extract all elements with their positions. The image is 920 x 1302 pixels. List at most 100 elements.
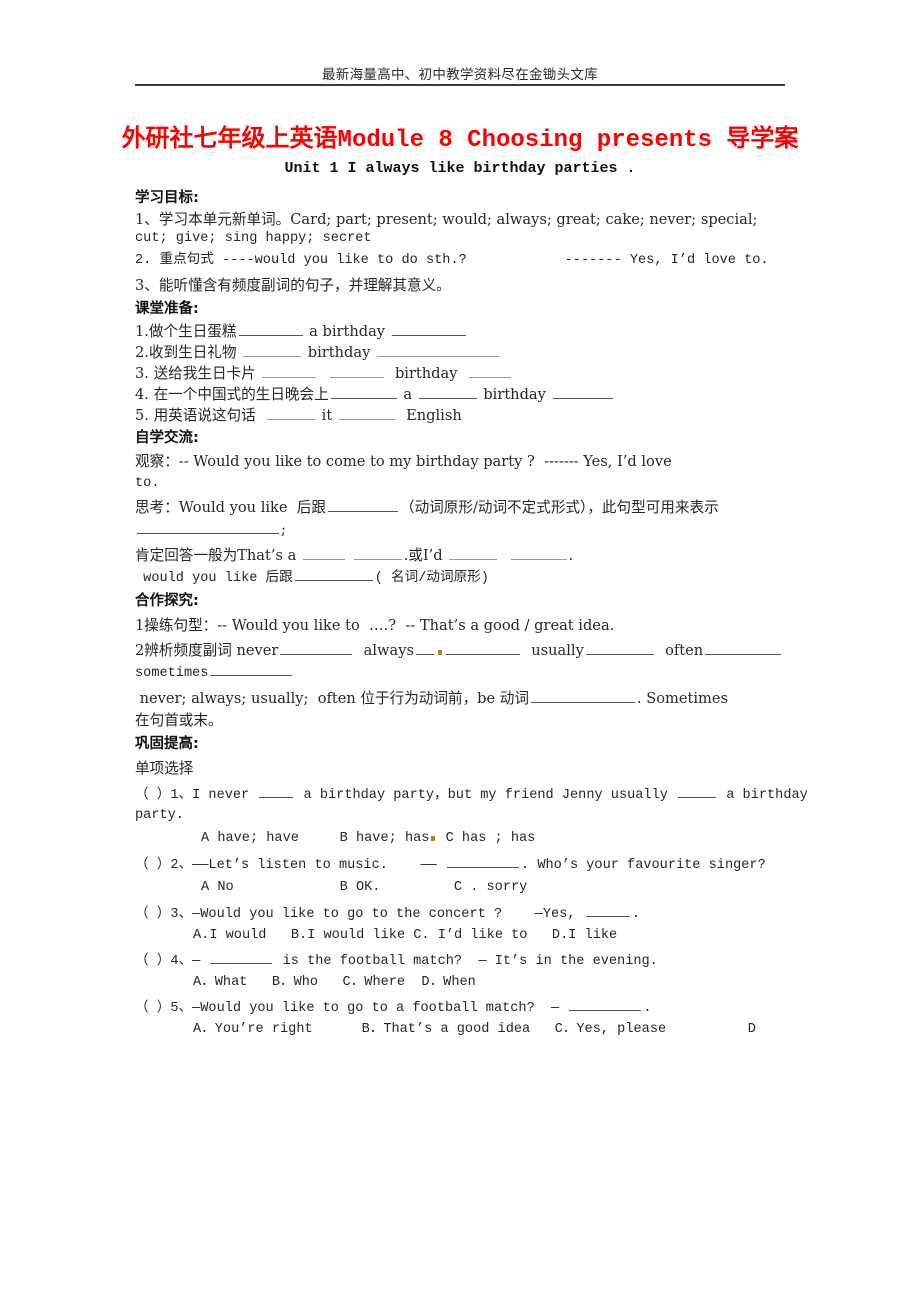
fill-blank[interactable] [530,688,635,703]
fill-blank[interactable] [415,640,434,656]
fill-blank[interactable] [294,567,373,581]
think-line-prefix: 思考：Would you like 后跟 [135,499,326,517]
prep-item-4-text2: birthday [483,385,546,403]
fill-blank[interactable] [243,342,302,357]
question-2-marker: （ ）2、 [135,857,193,873]
annotation-mark-icon [431,836,436,842]
adverb-often: often [665,642,704,660]
objective-item: 3、能听懂含有频度副词的句子，并理解其意义。 [135,277,451,295]
observe-line-cont: to. [135,475,160,491]
question-3-stem: —Would you like to go to the concert ? —… [192,906,584,922]
prep-item-4: 4. 在一个中国式的生日晚会上 a birthday [135,384,847,405]
question-5-marker: （ ）5、 [135,1001,193,1017]
would-you-like-prefix: would you like 后跟 [135,570,293,586]
fill-blank[interactable] [327,497,398,513]
fill-blank[interactable] [552,384,613,399]
objective-item: cut; give; sing happy; secret [135,230,372,246]
question-4-stem-end: is the football match? — It’s in the eve… [274,954,658,970]
document-page: 最新海量高中、初中教学资料尽在金锄头文库 外研社七年级上英语Module 8 C… [0,0,920,1302]
question-2-options[interactable]: A No B OK. C . sorry [135,878,847,899]
fill-blank[interactable] [329,363,384,378]
adverb-rule-line: never; always; usually; often 位于行为动词前，be… [135,688,847,710]
question-1-stem: I never [192,787,258,803]
fill-blank[interactable] [238,321,303,336]
fill-blank[interactable] [468,363,511,378]
fill-blank[interactable] [449,545,498,560]
prep-item-1: 1.做个生日蛋糕 a birthday [135,321,847,342]
fill-blank[interactable] [418,384,477,399]
annotation-mark-icon [437,650,442,656]
question-1-option-c[interactable]: C has ; has [446,831,536,846]
fill-blank[interactable] [705,640,782,656]
section-heading-explore: 合作探究: [135,593,199,610]
question-3-options[interactable]: A.I would B.I would like C. I’d like to … [135,926,847,947]
fill-blank[interactable] [280,640,353,656]
prep-item-4-text: a [403,385,413,403]
affirmative-prefix: 肯定回答一般为That’s a [135,546,301,564]
fill-blank[interactable] [510,545,567,560]
adverb-rule-prefix: never; always; usually; often 位于行为动词前，be… [135,689,529,707]
question-4-options[interactable]: A．What B．Who C．Where D．When [135,973,847,994]
section-heading-selfstudy: 自学交流: [135,429,199,446]
prep-item-5-text2: English [406,406,462,424]
fill-blank[interactable] [353,545,402,560]
fill-blank[interactable] [445,640,520,656]
fill-blank[interactable] [210,662,293,677]
question-1-options: A have; have B have; has C has ; has [135,829,847,850]
document-body: 学习目标: 1、学习本单元新单词。Card; part; present; wo… [135,186,847,1041]
question-3: （ ）3、—Would you like to go to the concer… [135,903,847,926]
affirmative-mid: .或I’d [403,546,448,564]
fill-blank[interactable] [585,640,654,656]
fill-blank[interactable] [259,784,294,798]
explore-adverbs-line-cont: sometimes [135,662,847,685]
prep-item-2-label: 2.收到生日礼物 [135,343,237,361]
fill-blank[interactable] [302,545,345,560]
section-heading-objectives: 学习目标: [135,190,199,206]
question-4: （ ）4、— is the football match? — It’s in … [135,950,847,973]
question-5-stem: —Would you like to go to a football matc… [192,1001,568,1017]
question-1-stem-end: a birthday [718,787,808,803]
fill-blank[interactable] [678,784,717,798]
fill-blank[interactable] [585,903,630,917]
fill-blank[interactable] [376,342,499,357]
think-line-cont: ; [135,519,847,541]
prep-item-2-text: birthday [307,343,371,361]
prep-item-1-text: a birthday [309,322,386,340]
question-1-marker: （ ）1、 [135,787,193,803]
affirmative-answer-line: 肯定回答一般为That’s a .或I’d . [135,545,847,567]
adverb-sometimes: sometimes [135,666,209,682]
question-1-options-ab[interactable]: A have; have B have; has [201,831,429,846]
prep-item-1-label: 1.做个生日蛋糕 [135,322,237,340]
think-line-cont-text: ; [281,521,286,539]
prep-item-5-text: it [321,406,333,424]
prep-item-5-label: 5. 用英语说这句话 [135,406,256,424]
fill-blank[interactable] [267,405,316,420]
fill-blank[interactable] [447,854,519,868]
fill-blank[interactable] [391,321,466,336]
consolidate-subheading: 单项选择 [135,759,194,777]
question-5: （ ）5、—Would you like to go to a football… [135,997,847,1020]
explore-adverbs-line: 2辨析频度副词 never always usually often [135,640,847,662]
question-2-stem-end: . Who’s your favourite singer? [521,857,766,873]
question-5-options[interactable]: A．You’re right B．That’s a good idea C．Ye… [135,1020,847,1041]
think-line-suffix: （动词原形/动词不定式形式），此句型可用来表示 [399,499,719,517]
objective-item: 2. 重点句式 ----would you like to do sth.? -… [135,253,769,269]
fill-blank[interactable] [569,997,642,1012]
fill-blank[interactable] [338,405,395,420]
question-3-marker: （ ）3、 [135,906,193,922]
prep-item-3: 3. 送给我生日卡片 birthday [135,363,847,384]
would-you-like-line: would you like 后跟 ( 名词/动词原形) [135,567,847,590]
fill-blank[interactable] [210,950,273,965]
observe-line: 观察：-- Would you like to come to my birth… [135,453,672,471]
page-title: 外研社七年级上英语Module 8 Choosing presents 导学案 [121,127,799,154]
fill-blank[interactable] [262,363,317,378]
section-heading-preparation: 课堂准备: [135,301,199,318]
fill-blank[interactable] [137,520,279,535]
fill-blank[interactable] [330,384,397,399]
question-2: （ ）2、——Let’s listen to music. —— . Who’s… [135,854,847,877]
prep-item-3-text: birthday [394,364,458,382]
question-2-stem: ——Let’s listen to music. —— [192,857,445,873]
adverb-rule-suffix: . Sometimes [636,689,729,707]
prep-item-2: 2.收到生日礼物 birthday [135,342,847,363]
affirmative-end: . [568,546,574,564]
